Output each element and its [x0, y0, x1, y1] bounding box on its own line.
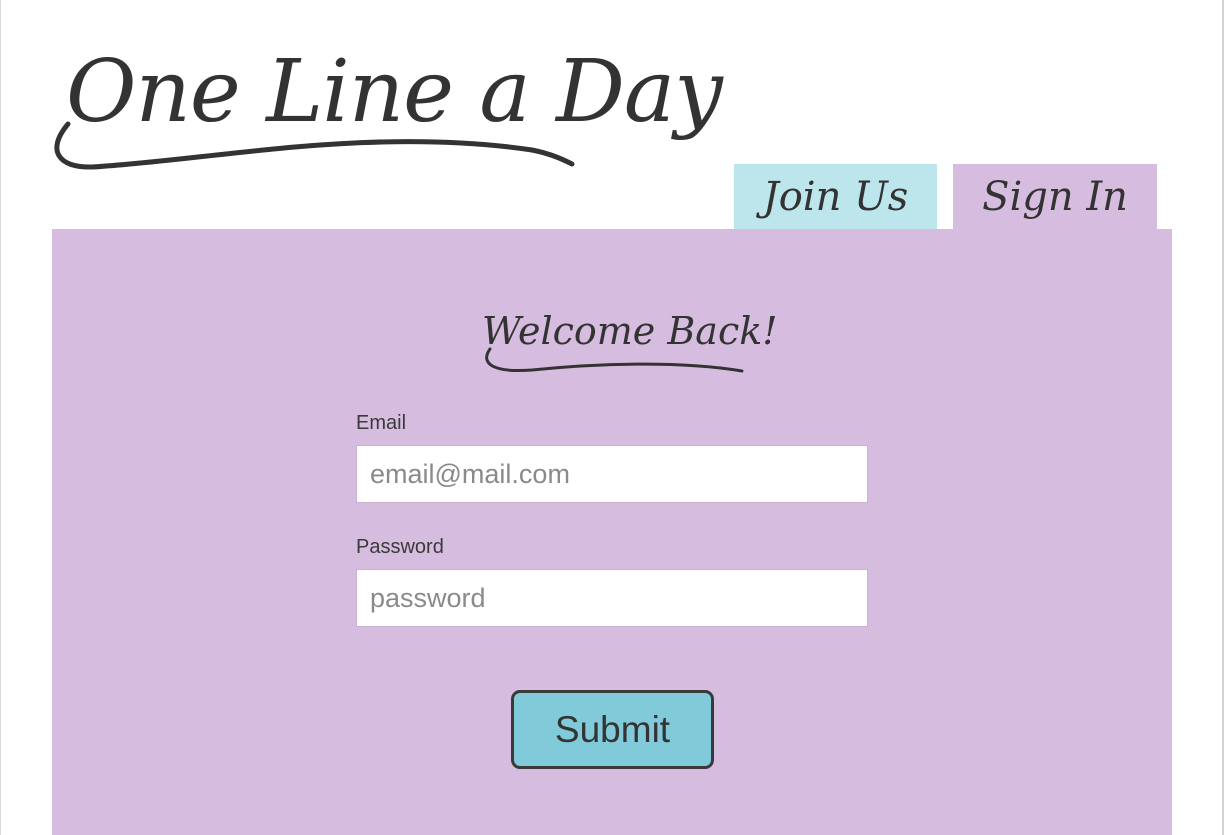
- tab-sign-in[interactable]: Sign In: [953, 164, 1157, 230]
- sign-in-panel: Welcome Back! Email Password Submit: [52, 229, 1172, 835]
- submit-button[interactable]: Submit: [511, 690, 714, 769]
- logo-swoosh: [54, 121, 575, 170]
- password-input[interactable]: [356, 569, 868, 627]
- welcome-swoosh: [485, 347, 744, 373]
- email-input[interactable]: [356, 445, 868, 503]
- tab-join-us[interactable]: Join Us: [734, 164, 937, 230]
- email-label: Email: [356, 412, 407, 434]
- tab-join-us-label: Join Us: [762, 174, 909, 220]
- password-label: Password: [356, 536, 444, 558]
- logo[interactable]: One Line a Day: [52, 40, 723, 175]
- welcome-heading: Welcome Back!: [482, 301, 778, 373]
- tab-sign-in-label: Sign In: [982, 174, 1128, 220]
